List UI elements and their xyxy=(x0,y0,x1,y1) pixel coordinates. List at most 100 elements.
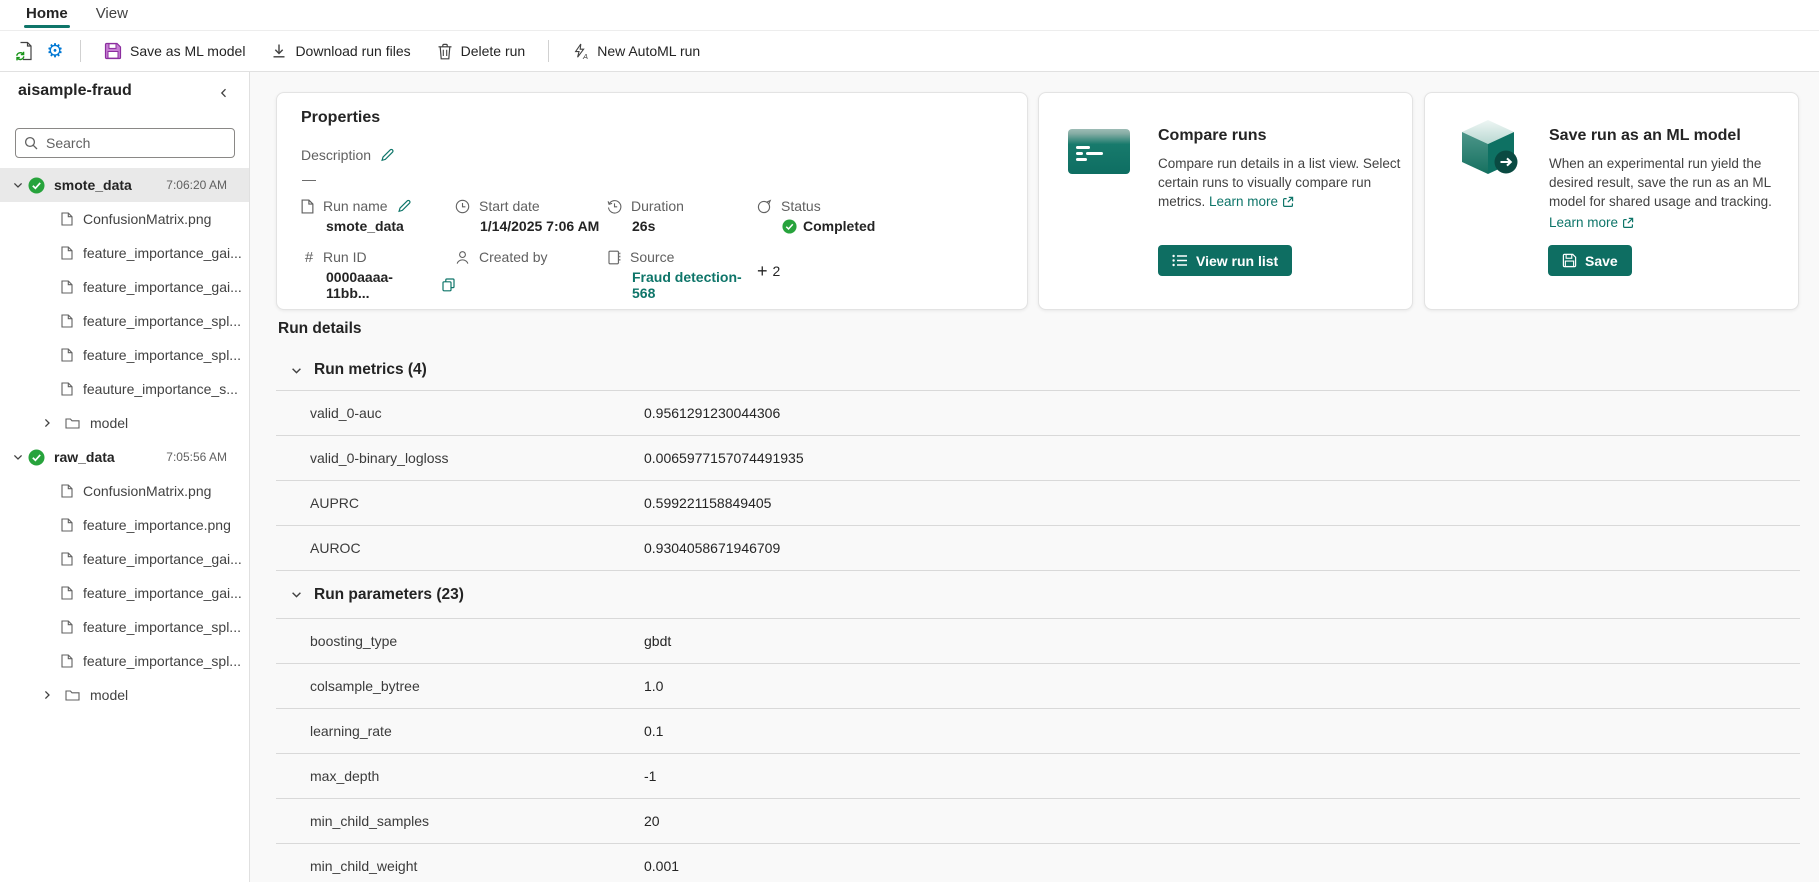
tree-folder-model[interactable]: model xyxy=(0,406,249,440)
clock-icon xyxy=(455,199,470,214)
properties-title: Properties xyxy=(301,109,381,126)
more-count: 2 xyxy=(772,263,781,279)
folder-name: model xyxy=(90,415,129,431)
file-icon xyxy=(61,382,73,396)
file-icon xyxy=(61,314,73,328)
file-icon xyxy=(61,620,73,634)
ribbon-tab-strip: Home View xyxy=(0,0,1819,31)
source-link[interactable]: Fraud detection-568 xyxy=(632,269,757,301)
tree-file[interactable]: ConfusionMatrix.png xyxy=(0,474,249,508)
run-time: 7:06:20 AM xyxy=(166,178,227,192)
search-icon xyxy=(24,136,38,150)
status-icon xyxy=(757,199,772,214)
run-metrics-header[interactable]: Run metrics (4) xyxy=(276,350,1800,390)
view-run-list-label: View run list xyxy=(1196,252,1279,269)
active-tab-underline xyxy=(24,25,70,28)
run-name-value: smote_data xyxy=(326,218,404,234)
tree-file[interactable]: feature_importance.png xyxy=(0,508,249,542)
floppy-icon xyxy=(1562,253,1577,268)
search-input[interactable] xyxy=(46,135,227,151)
edit-run-name-pencil-icon[interactable] xyxy=(397,199,412,214)
tab-view[interactable]: View xyxy=(82,0,142,31)
duration-value: 26s xyxy=(632,218,656,234)
run-id-value: 0000aaaa-11bb... xyxy=(326,269,393,301)
external-link-icon xyxy=(1622,217,1634,229)
folder-icon xyxy=(65,417,80,429)
tree-file[interactable]: feature_importance_gai... xyxy=(0,576,249,610)
tree-file[interactable]: feature_importance_gai... xyxy=(0,542,249,576)
toolbar-divider xyxy=(80,40,81,62)
metric-name: AUPRC xyxy=(310,495,360,511)
file-name: feature_importance_gai... xyxy=(83,245,242,261)
delete-run-label: Delete run xyxy=(460,43,526,59)
save-as-ml-model-button[interactable]: Save as ML model xyxy=(91,36,258,66)
refresh-document-icon xyxy=(15,41,35,61)
tree-folder-model[interactable]: model xyxy=(0,678,249,712)
refresh-run-button[interactable] xyxy=(10,36,40,66)
file-name: ConfusionMatrix.png xyxy=(83,483,212,499)
experiment-title: aisample-fraud xyxy=(18,82,132,99)
run-success-icon xyxy=(28,177,54,194)
run-parameters-header[interactable]: Run parameters (23) xyxy=(276,571,1800,618)
copy-icon[interactable] xyxy=(442,278,455,292)
parameter-row: colsample_bytree 1.0 xyxy=(276,663,1800,708)
folder-icon xyxy=(65,689,80,701)
tab-home[interactable]: Home xyxy=(12,0,82,31)
chevron-right-icon[interactable] xyxy=(41,417,53,429)
new-automl-run-button[interactable]: A New AutoML run xyxy=(559,36,713,66)
delete-run-button[interactable]: Delete run xyxy=(424,36,539,66)
parameter-name: boosting_type xyxy=(310,633,398,649)
parameter-value: gbdt xyxy=(644,633,672,649)
run-metrics-table: valid_0-auc 0.9561291230044306 valid_0-b… xyxy=(276,390,1800,571)
settings-button[interactable]: ⚙ xyxy=(40,36,70,66)
tree-file[interactable]: feature_importance_spl... xyxy=(0,644,249,678)
new-automl-run-label: New AutoML run xyxy=(597,43,701,59)
metric-name: valid_0-auc xyxy=(310,405,382,421)
chevron-down-icon[interactable] xyxy=(8,451,28,463)
field-source: Source Fraud detection-568 xyxy=(607,248,757,301)
save-learn-more-link[interactable]: Learn more xyxy=(1549,213,1791,232)
chevron-down-icon[interactable] xyxy=(8,179,28,191)
save-model-button[interactable]: Save xyxy=(1548,245,1632,276)
chevron-right-icon[interactable] xyxy=(41,689,53,701)
file-name: feature_importance_gai... xyxy=(83,279,242,295)
run-file-tree: smote_data 7:06:20 AM ConfusionMatrix.pn… xyxy=(0,168,249,712)
tree-file[interactable]: feature_importance_spl... xyxy=(0,610,249,644)
file-name: feature_importance_spl... xyxy=(83,619,241,635)
file-icon xyxy=(61,212,73,226)
show-more-properties-button[interactable]: + 2 xyxy=(757,262,780,280)
tree-file[interactable]: feauture_importance_s... xyxy=(0,372,249,406)
field-more: + 2 xyxy=(757,248,1021,301)
tree-run-raw-data[interactable]: raw_data 7:05:56 AM xyxy=(0,440,249,474)
tree-file[interactable]: feature_importance_gai... xyxy=(0,270,249,304)
run-id-label: Run ID xyxy=(323,249,367,265)
ml-model-cube-illustration xyxy=(1458,117,1520,179)
tree-file[interactable]: ConfusionMatrix.png xyxy=(0,202,249,236)
parameter-name: max_depth xyxy=(310,768,380,784)
parameter-name: min_child_weight xyxy=(310,858,418,874)
collapse-sidebar-button[interactable] xyxy=(213,82,235,104)
metric-name: AUROC xyxy=(310,540,361,556)
download-run-files-button[interactable]: Download run files xyxy=(258,36,423,66)
compare-learn-more-link[interactable]: Learn more xyxy=(1209,192,1294,211)
file-name: feauture_importance_s... xyxy=(83,381,238,397)
chevron-left-icon xyxy=(220,88,226,98)
file-name: feature_importance_gai... xyxy=(83,551,242,567)
svg-text:A: A xyxy=(582,52,588,60)
tree-file[interactable]: feature_importance_gai... xyxy=(0,236,249,270)
view-run-list-button[interactable]: View run list xyxy=(1158,245,1293,276)
tree-file[interactable]: feature_importance_spl... xyxy=(0,338,249,372)
search-box[interactable] xyxy=(15,128,235,158)
run-name: smote_data xyxy=(54,177,132,193)
edit-description-pencil-icon[interactable] xyxy=(380,148,395,163)
chevron-down-icon xyxy=(290,588,303,601)
file-name: feature_importance_spl... xyxy=(83,313,241,329)
hash-icon: # xyxy=(304,248,314,266)
parameter-value: 1.0 xyxy=(644,678,664,694)
history-clock-icon xyxy=(607,199,622,214)
field-created-by: Created by xyxy=(455,248,607,301)
automl-lightning-icon: A xyxy=(572,43,589,60)
tree-file[interactable]: feature_importance_spl... xyxy=(0,304,249,338)
metric-row: valid_0-auc 0.9561291230044306 xyxy=(276,390,1800,435)
tree-run-smote-data[interactable]: smote_data 7:06:20 AM xyxy=(0,168,249,202)
